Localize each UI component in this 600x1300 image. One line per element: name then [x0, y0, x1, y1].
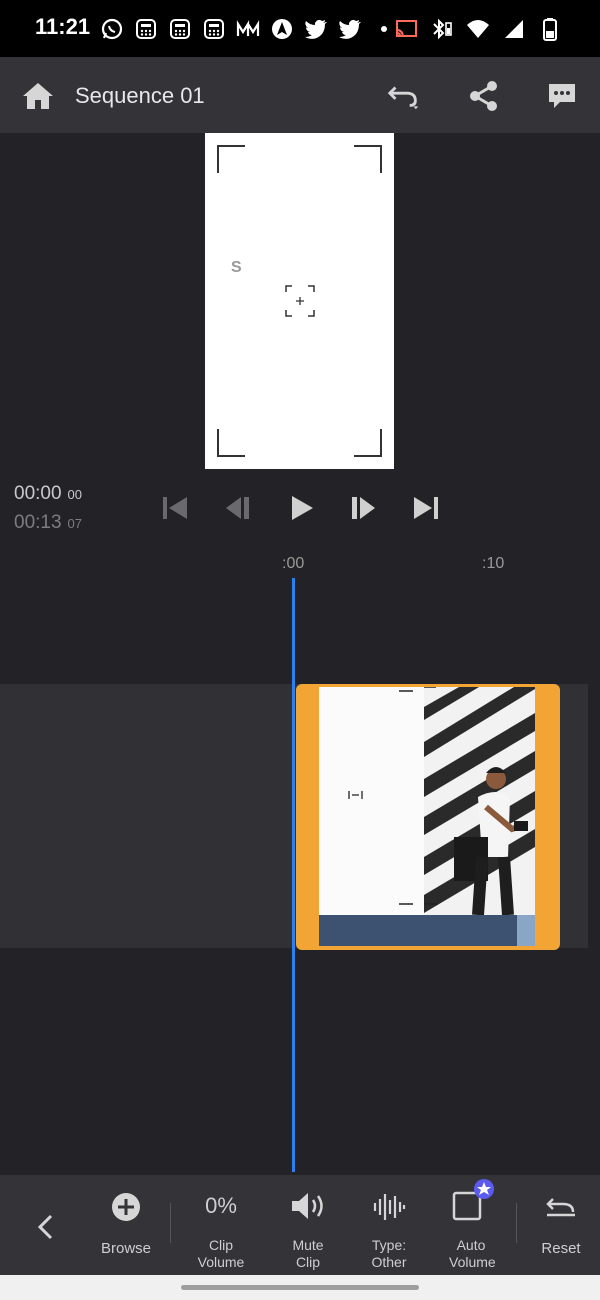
system-icons	[394, 14, 562, 44]
audio-track-end	[517, 915, 535, 946]
video-preview[interactable]: S	[205, 133, 394, 469]
toolbar-divider	[170, 1203, 171, 1243]
browse-button[interactable]: Browse	[86, 1175, 166, 1275]
ruler-tick: :10	[482, 555, 505, 572]
add-icon	[112, 1193, 140, 1221]
auto-volume-checkbox-icon	[452, 1179, 494, 1221]
twitter-icon	[304, 17, 328, 41]
clip-volume-button[interactable]: 0% Clip Volume	[180, 1175, 262, 1275]
reset-label: Reset	[541, 1240, 581, 1257]
home-gesture-handle[interactable]	[181, 1285, 419, 1290]
whatsapp-icon	[100, 17, 124, 41]
signal-icon	[502, 17, 526, 41]
app-header: Sequence 01	[0, 57, 600, 133]
auto-volume-label: Auto Volume	[449, 1237, 496, 1270]
ruler-tick: :00	[282, 555, 305, 572]
play-button[interactable]	[283, 490, 319, 526]
sequence-title: Sequence 01	[75, 83, 205, 108]
toolbar-divider	[516, 1203, 517, 1243]
twitter-icon	[338, 17, 362, 41]
undo-button[interactable]	[386, 79, 422, 113]
calculator-icon	[202, 17, 226, 41]
back-button[interactable]	[20, 1175, 70, 1275]
skip-to-end-button[interactable]	[408, 490, 444, 526]
clip-volume-value: 0%	[205, 1193, 237, 1218]
clip-thumbnail	[319, 687, 535, 915]
previous-frame-button[interactable]	[220, 490, 256, 526]
feedback-button[interactable]	[544, 79, 580, 113]
status-time: 11:21	[35, 14, 91, 39]
chevron-left-icon	[37, 1214, 53, 1240]
calculator-icon	[168, 17, 192, 41]
battery-icon	[538, 17, 562, 41]
total-timecode: 00:13 07	[14, 512, 83, 533]
skip-to-end-icon	[414, 497, 438, 519]
cast-icon	[394, 17, 418, 41]
crop-corner	[354, 429, 382, 457]
status-bar: 11:21	[0, 0, 600, 57]
news-app-icon	[236, 17, 260, 41]
dot-icon	[372, 17, 396, 41]
clip-photo-thumbnail	[424, 687, 535, 915]
selected-clip[interactable]	[296, 684, 560, 950]
crop-corner	[217, 145, 245, 173]
next-frame-icon	[352, 497, 375, 519]
next-frame-button[interactable]	[345, 490, 381, 526]
undo-icon	[387, 86, 419, 110]
share-icon	[470, 81, 497, 111]
reset-button[interactable]: Reset	[528, 1175, 594, 1275]
feedback-icon	[549, 84, 575, 108]
notification-icons	[100, 14, 396, 44]
playhead[interactable]	[292, 578, 295, 1172]
calculator-icon	[134, 17, 158, 41]
audio-type-label: Type: Other	[371, 1237, 407, 1270]
mute-clip-label: Mute Clip	[292, 1237, 324, 1270]
waveform-icon	[373, 1194, 406, 1220]
wifi-icon	[466, 17, 490, 41]
reset-icon	[546, 1198, 575, 1217]
skip-to-start-icon	[163, 497, 187, 519]
preview-text: S	[231, 259, 242, 276]
play-icon	[292, 496, 313, 520]
auto-volume-button[interactable]: Auto Volume	[436, 1175, 506, 1275]
white-frame-thumbnail	[319, 687, 424, 915]
audio-waveform-track	[319, 915, 535, 946]
system-navigation-bar	[0, 1275, 600, 1300]
audio-type-button[interactable]: Type: Other	[357, 1175, 421, 1275]
bluetooth-battery-icon	[430, 17, 454, 41]
home-icon[interactable]	[20, 81, 56, 111]
speaker-icon	[292, 1193, 323, 1219]
mute-clip-button[interactable]: Mute Clip	[278, 1175, 338, 1275]
crop-corner	[354, 145, 382, 173]
crop-corner	[217, 429, 245, 457]
crosshair-icon[interactable]	[285, 285, 315, 317]
share-button[interactable]	[466, 79, 502, 113]
current-timecode: 00:00 00	[14, 483, 83, 504]
previous-frame-icon	[226, 497, 249, 519]
skip-to-start-button[interactable]	[157, 490, 193, 526]
clip-volume-label: Clip Volume	[197, 1237, 245, 1270]
browse-label: Browse	[100, 1240, 152, 1257]
navigation-app-icon	[270, 17, 294, 41]
bottom-toolbar: Browse 0% Clip Volume Mute Clip Type: Ot…	[0, 1175, 600, 1275]
